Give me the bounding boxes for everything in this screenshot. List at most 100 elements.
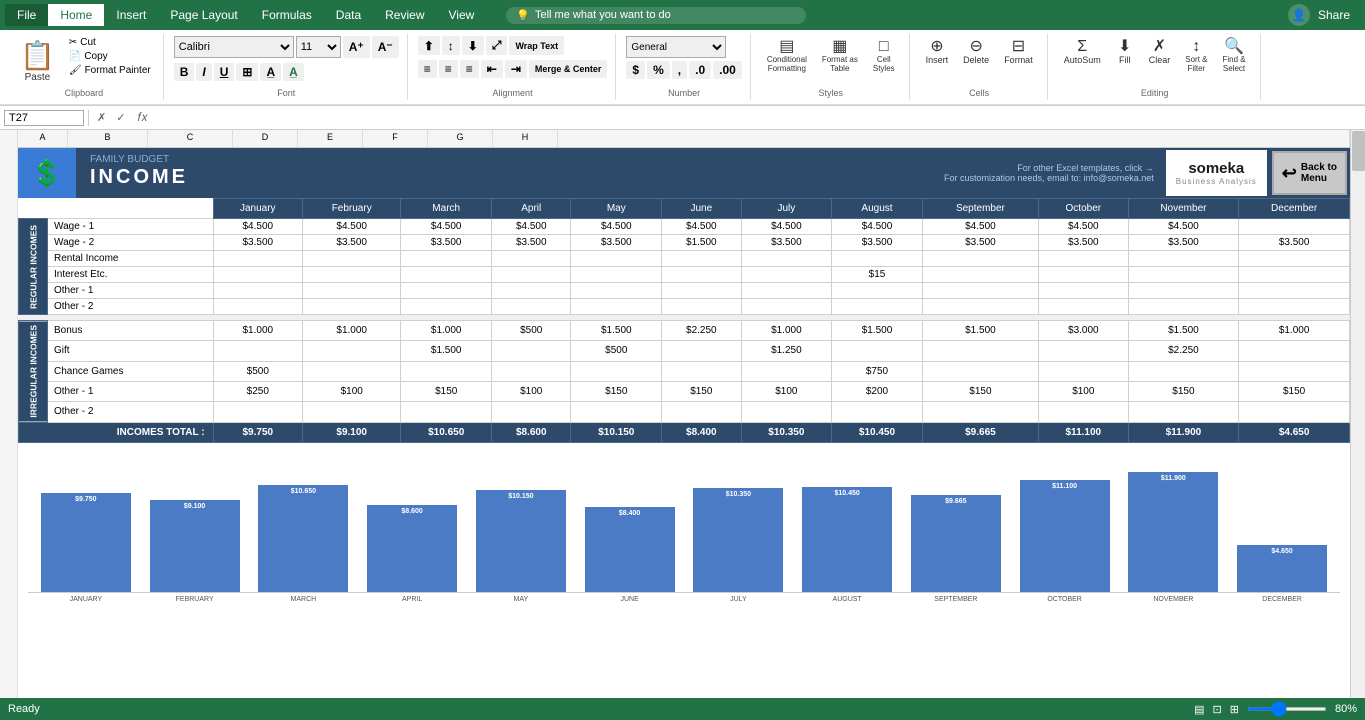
gift-mar: $1.500 xyxy=(401,341,492,361)
comma-button[interactable]: , xyxy=(672,61,687,79)
tab-file[interactable]: File xyxy=(5,4,48,26)
tell-me-box[interactable]: 💡 Tell me what you want to do xyxy=(506,7,806,24)
chart-month-label: MARCH xyxy=(251,596,357,603)
oth2i-jun xyxy=(662,402,741,422)
chart-month-label: DECEMBER xyxy=(1229,596,1335,603)
insert-button[interactable]: ⊕ Insert xyxy=(920,36,955,68)
table-body: REGULAR INCOMES Wage - 1 $4.500 $4.500 $… xyxy=(19,219,1350,443)
view-normal-icon[interactable]: ▤ xyxy=(1194,703,1204,716)
merge-center-button[interactable]: Merge & Center xyxy=(529,60,608,78)
totals-label: INCOMES TOTAL : xyxy=(19,422,214,442)
table-row: Interest Etc. $15 xyxy=(19,267,1350,283)
percent-button[interactable]: % xyxy=(647,61,670,79)
clear-button[interactable]: ✗ Clear xyxy=(1143,36,1177,68)
tab-review[interactable]: Review xyxy=(373,4,436,26)
increase-decimal-button[interactable]: .00 xyxy=(713,61,742,79)
font-name-select[interactable]: Calibri xyxy=(174,36,294,58)
oth2i-feb xyxy=(303,402,401,422)
scrollbar-thumb[interactable] xyxy=(1352,131,1365,171)
find-select-button[interactable]: 🔍 Find &Select xyxy=(1216,36,1251,76)
bonus-jul: $1.000 xyxy=(741,321,832,341)
oth1i-nov: $150 xyxy=(1128,381,1239,401)
clipboard-label: Clipboard xyxy=(65,88,104,98)
accounting-button[interactable]: $ xyxy=(626,61,645,79)
ribbon: File Home Insert Page Layout Formulas Da… xyxy=(0,0,1365,106)
wage1-dec xyxy=(1239,219,1350,235)
zoom-slider[interactable] xyxy=(1247,707,1327,711)
align-middle-button[interactable]: ↕ xyxy=(442,36,460,55)
decrease-decimal-button[interactable]: .0 xyxy=(689,61,711,79)
copy-button[interactable]: 📄 Copy xyxy=(65,50,155,63)
formula-input[interactable] xyxy=(156,111,1361,125)
number-format-select[interactable]: General xyxy=(626,36,726,58)
format-label: Format xyxy=(1004,55,1033,65)
other1-reg-label: Other - 1 xyxy=(48,283,214,299)
font-color-button[interactable]: A̲ xyxy=(283,63,304,81)
format-table-icon: ▦ xyxy=(832,39,847,55)
bold-button[interactable]: B xyxy=(174,63,195,81)
bar-value-label: $4.650 xyxy=(1270,547,1293,556)
other2r-apr xyxy=(492,299,571,315)
back-button[interactable]: ↩ Back to Menu xyxy=(1272,151,1347,195)
format-table-button[interactable]: ▦ Format asTable xyxy=(816,36,864,76)
cell-styles-button[interactable]: □ CellStyles xyxy=(867,36,901,76)
chart-month-label: JULY xyxy=(686,596,792,603)
tab-data[interactable]: Data xyxy=(324,4,373,26)
oth1i-jan: $250 xyxy=(213,381,302,401)
text-direction-button[interactable]: ⤢ xyxy=(486,36,508,55)
gift-oct xyxy=(1039,341,1129,361)
bar-value-label: $10.450 xyxy=(833,489,860,498)
italic-button[interactable]: I xyxy=(196,63,211,81)
align-center-button[interactable]: ≡ xyxy=(439,60,458,78)
decrease-font-button[interactable]: A⁻ xyxy=(372,36,399,58)
tab-formulas[interactable]: Formulas xyxy=(250,4,324,26)
total-feb: $9.100 xyxy=(303,422,401,442)
table-header-row: January February March April May June Ju… xyxy=(19,199,1350,219)
sort-filter-button[interactable]: ↕ Sort &Filter xyxy=(1179,36,1213,76)
decrease-indent-button[interactable]: ⇤ xyxy=(481,60,503,78)
tab-home[interactable]: Home xyxy=(48,4,104,26)
border-button[interactable]: ⊞ xyxy=(236,63,258,81)
rental-nov xyxy=(1128,251,1239,267)
th-september: September xyxy=(922,199,1038,219)
format-table-label: Format asTable xyxy=(822,55,858,73)
align-left-button[interactable]: ≡ xyxy=(418,60,437,78)
underline-button[interactable]: U xyxy=(214,63,235,81)
align-bottom-button[interactable]: ⬇ xyxy=(462,36,484,55)
tab-insert[interactable]: Insert xyxy=(104,4,158,26)
fill-color-button[interactable]: A̲ xyxy=(260,63,281,81)
wage2-feb: $3.500 xyxy=(303,235,401,251)
font-size-select[interactable]: 11 xyxy=(296,36,341,58)
find-select-icon: 🔍 xyxy=(1224,39,1244,55)
cut-button[interactable]: ✂ Cut xyxy=(65,36,155,49)
increase-indent-button[interactable]: ⇥ xyxy=(505,60,527,78)
share-button[interactable]: Share xyxy=(1318,8,1350,22)
format-painter-button[interactable]: 🖌 Format Painter xyxy=(65,64,155,77)
vertical-scrollbar[interactable] xyxy=(1350,130,1365,698)
wrap-text-button[interactable]: Wrap Text xyxy=(509,36,564,55)
content-scroll-area[interactable]: 💲 FAMILY BUDGET INCOME For other Excel t… xyxy=(18,148,1350,698)
tab-page-layout[interactable]: Page Layout xyxy=(158,4,249,26)
bonus-may: $1.500 xyxy=(571,321,662,341)
paste-button[interactable]: 📋 Paste xyxy=(13,36,62,86)
format-button[interactable]: ⊟ Format xyxy=(998,36,1039,68)
view-layout-icon[interactable]: ⊡ xyxy=(1213,703,1222,716)
align-top-button[interactable]: ⬆ xyxy=(418,36,440,55)
chart-bar: $10.650 xyxy=(258,485,348,592)
tab-view[interactable]: View xyxy=(437,4,487,26)
th-january: January xyxy=(213,199,302,219)
view-page-break-icon[interactable]: ⊞ xyxy=(1230,703,1239,716)
someka-sub: Business Analysis xyxy=(1176,177,1257,186)
conditional-formatting-button[interactable]: ▤ ConditionalFormatting xyxy=(761,36,813,76)
autosum-button[interactable]: Σ AutoSum xyxy=(1058,36,1107,68)
align-right-button[interactable]: ≡ xyxy=(460,60,479,78)
wage2-may: $3.500 xyxy=(571,235,662,251)
other1r-apr xyxy=(492,283,571,299)
cell-reference-input[interactable] xyxy=(4,110,84,126)
fill-button[interactable]: ⬇ Fill xyxy=(1110,36,1140,68)
delete-button[interactable]: ⊖ Delete xyxy=(957,36,995,68)
increase-font-button[interactable]: A⁺ xyxy=(343,36,370,58)
confirm-icon[interactable]: ✓ xyxy=(112,111,129,124)
interest-nov xyxy=(1128,267,1239,283)
cancel-icon[interactable]: ✗ xyxy=(93,111,110,124)
